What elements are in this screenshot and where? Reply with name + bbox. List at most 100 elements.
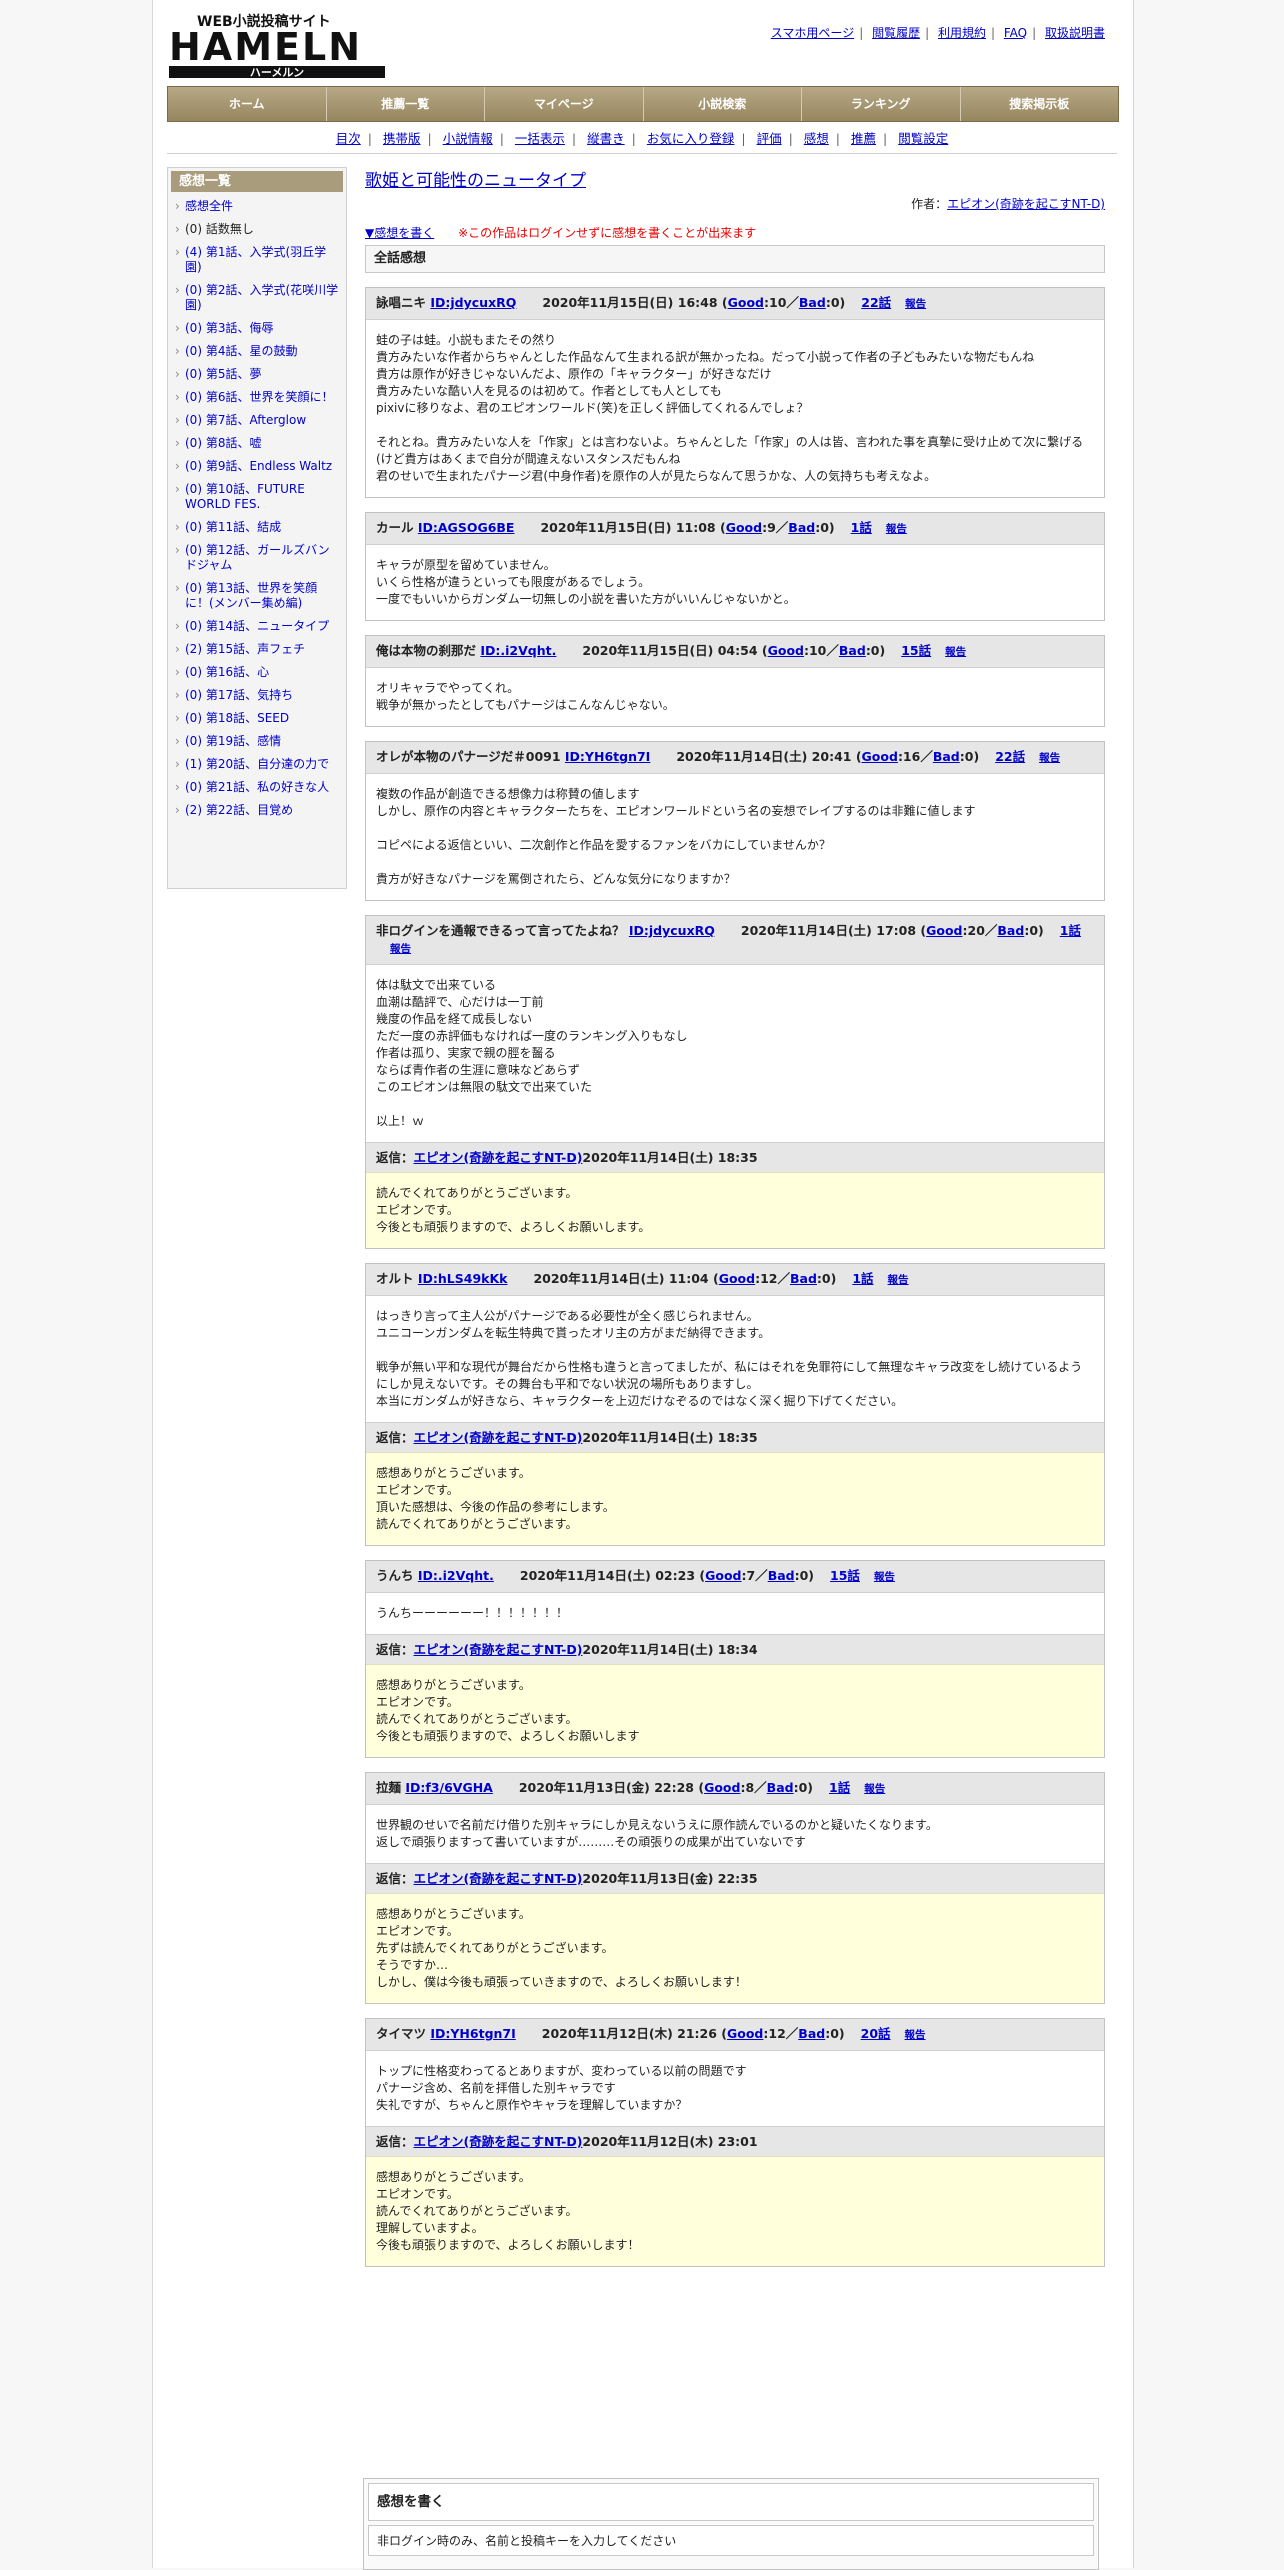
sidebar-item[interactable]: (4) 第1話、入学式(羽丘学園) <box>171 241 343 279</box>
nav-recommend[interactable]: 推薦一覧 <box>327 87 485 121</box>
subnav-info[interactable]: 小説情報 <box>443 131 493 146</box>
good-link[interactable]: Good <box>705 1568 741 1583</box>
bad-link[interactable]: Bad <box>799 295 826 310</box>
good-link[interactable]: Good <box>726 520 762 535</box>
sidebar-item[interactable]: (0) 第10話、FUTURE WORLD FES. <box>171 478 343 516</box>
work-title[interactable]: 歌姫と可能性のニュータイプ <box>365 166 1105 191</box>
good-link[interactable]: Good <box>719 1271 755 1286</box>
sidebar-item[interactable]: (2) 第15話、声フェチ <box>171 638 343 661</box>
sidebar-item[interactable]: (0) 第21話、私の好きな人 <box>171 776 343 799</box>
reply-author-link[interactable]: エピオン(奇跡を起こすNT-D) <box>414 1430 583 1445</box>
sidebar-item[interactable]: (0) 第5話、夢 <box>171 363 343 386</box>
reviewer-id-link[interactable]: ID:jdycuxRQ <box>629 923 715 938</box>
sidebar-item[interactable]: (0) 第7話、Afterglow <box>171 409 343 432</box>
sidebar-item[interactable]: (0) 第3話、侮辱 <box>171 317 343 340</box>
report-link[interactable]: 報告 <box>905 2029 926 2041</box>
sidebar-item[interactable]: (0) 第12話、ガールズバンドジャム <box>171 539 343 577</box>
reviewer-id-link[interactable]: ID:.i2Vqht. <box>418 1568 494 1583</box>
reply-header: 返信：エピオン(奇跡を起こすNT-D)2020年11月14日(土) 18:35 <box>366 1142 1104 1172</box>
write-review-link[interactable]: ▼感想を書く <box>365 226 434 240</box>
report-link[interactable]: 報告 <box>864 1783 885 1795</box>
nav-home[interactable]: ホーム <box>168 87 327 121</box>
chapter-link[interactable]: 1話 <box>829 1780 850 1795</box>
bad-link[interactable]: Bad <box>798 2026 825 2041</box>
sidebar-item[interactable]: (0) 第11話、結成 <box>171 516 343 539</box>
good-link[interactable]: Good <box>862 749 898 764</box>
subnav-vertical[interactable]: 縦書き <box>587 131 625 146</box>
reviewer-id-link[interactable]: ID:f3/6VGHA <box>405 1780 493 1795</box>
author-link[interactable]: エピオン(奇跡を起こすNT-D) <box>947 197 1105 211</box>
nav-mypage[interactable]: マイページ <box>485 87 644 121</box>
report-link[interactable]: 報告 <box>874 1571 895 1583</box>
good-link[interactable]: Good <box>926 923 962 938</box>
sidebar-item[interactable]: (0) 第9話、Endless Waltz <box>171 455 343 478</box>
link-manual[interactable]: 取扱説明書 <box>1045 26 1105 40</box>
nav-ranking[interactable]: ランキング <box>802 87 961 121</box>
link-terms[interactable]: 利用規約 <box>938 26 986 40</box>
bad-link[interactable]: Bad <box>933 749 960 764</box>
report-link[interactable]: 報告 <box>888 1274 909 1286</box>
chapter-link[interactable]: 15話 <box>901 643 931 658</box>
bad-link[interactable]: Bad <box>839 643 866 658</box>
chapter-link[interactable]: 15話 <box>830 1568 860 1583</box>
nav-search[interactable]: 小説検索 <box>644 87 802 121</box>
sidebar-item[interactable]: (0) 第13話、世界を笑顔に！(メンバー集め編) <box>171 577 343 615</box>
subnav-recommend[interactable]: 推薦 <box>851 131 876 146</box>
reviewer-id-link[interactable]: ID:YH6tgn7I <box>430 2026 515 2041</box>
reviewer-id-link[interactable]: ID:.i2Vqht. <box>480 643 556 658</box>
reviewer-id-link[interactable]: ID:YH6tgn7I <box>565 749 650 764</box>
subnav-settings[interactable]: 閲覧設定 <box>898 131 948 146</box>
chapter-link[interactable]: 22話 <box>861 295 891 310</box>
subnav-all[interactable]: 一括表示 <box>515 131 565 146</box>
subnav-toc[interactable]: 目次 <box>336 131 361 146</box>
good-link[interactable]: Good <box>728 295 764 310</box>
bad-link[interactable]: Bad <box>790 1271 817 1286</box>
subnav-favorite[interactable]: お気に入り登録 <box>647 131 735 146</box>
bad-link[interactable]: Bad <box>767 1780 794 1795</box>
sidebar-item[interactable]: (0) 第4話、星の鼓動 <box>171 340 343 363</box>
link-smartphone[interactable]: スマホ用ページ <box>771 26 854 40</box>
sidebar-item[interactable]: (0) 第14話、ニュータイプ <box>171 615 343 638</box>
sidebar-item[interactable]: (0) 第2話、入学式(花咲川学園) <box>171 279 343 317</box>
good-link[interactable]: Good <box>768 643 804 658</box>
reviewer-id-link[interactable]: ID:hLS49kKk <box>418 1271 508 1286</box>
chapter-link[interactable]: 1話 <box>1060 923 1081 938</box>
report-link[interactable]: 報告 <box>945 646 966 658</box>
sidebar-item[interactable]: (0) 第19話、感情 <box>171 730 343 753</box>
nav-board[interactable]: 捜索掲示板 <box>961 87 1119 121</box>
sidebar-item[interactable]: (0) 第6話、世界を笑顔に！ <box>171 386 343 409</box>
chapter-link[interactable]: 20話 <box>861 2026 891 2041</box>
reply-author-link[interactable]: エピオン(奇跡を起こすNT-D) <box>414 1642 583 1657</box>
subnav-mobile[interactable]: 携帯版 <box>383 131 421 146</box>
good-link[interactable]: Good <box>704 1780 740 1795</box>
bad-link[interactable]: Bad <box>788 520 815 535</box>
report-link[interactable]: 報告 <box>1039 752 1060 764</box>
report-link[interactable]: 報告 <box>390 943 411 955</box>
report-link[interactable]: 報告 <box>905 298 926 310</box>
reviewer-id-link[interactable]: ID:jdycuxRQ <box>430 295 516 310</box>
bad-link[interactable]: Bad <box>997 923 1024 938</box>
chapter-link[interactable]: 22話 <box>995 749 1025 764</box>
link-history[interactable]: 閲覧履歴 <box>872 26 920 40</box>
reply-author-link[interactable]: エピオン(奇跡を起こすNT-D) <box>414 1871 583 1886</box>
sidebar-item[interactable]: (0) 第16話、心 <box>171 661 343 684</box>
sidebar-item[interactable]: (0) 第8話、嘘 <box>171 432 343 455</box>
bad-link[interactable]: Bad <box>768 1568 795 1583</box>
link-faq[interactable]: FAQ <box>1004 26 1027 40</box>
reply-author-link[interactable]: エピオン(奇跡を起こすNT-D) <box>414 2134 583 2149</box>
sidebar-item[interactable]: (0) 第17話、気持ち <box>171 684 343 707</box>
sidebar-item[interactable]: (1) 第20話、自分達の力で <box>171 753 343 776</box>
subnav-reviews[interactable]: 感想 <box>804 131 829 146</box>
sidebar-item-all[interactable]: 感想全件 <box>171 195 343 218</box>
sidebar-item[interactable]: (0) 第18話、SEED <box>171 707 343 730</box>
reply-author-link[interactable]: エピオン(奇跡を起こすNT-D) <box>414 1150 583 1165</box>
chapter-link[interactable]: 1話 <box>852 1271 873 1286</box>
report-link[interactable]: 報告 <box>886 523 907 535</box>
sidebar-item[interactable]: (2) 第22話、目覚め <box>171 799 343 822</box>
chapter-link[interactable]: 1話 <box>851 520 872 535</box>
site-logo[interactable]: WEB小説投稿サイト HAMELN ハーメルン <box>167 8 387 80</box>
good-link[interactable]: Good <box>727 2026 763 2041</box>
reviewer-id-link[interactable]: ID:AGSOG6BE <box>418 520 515 535</box>
sidebar-item-nochapter: (0) 話数無し <box>171 218 343 241</box>
subnav-rating[interactable]: 評価 <box>757 131 782 146</box>
